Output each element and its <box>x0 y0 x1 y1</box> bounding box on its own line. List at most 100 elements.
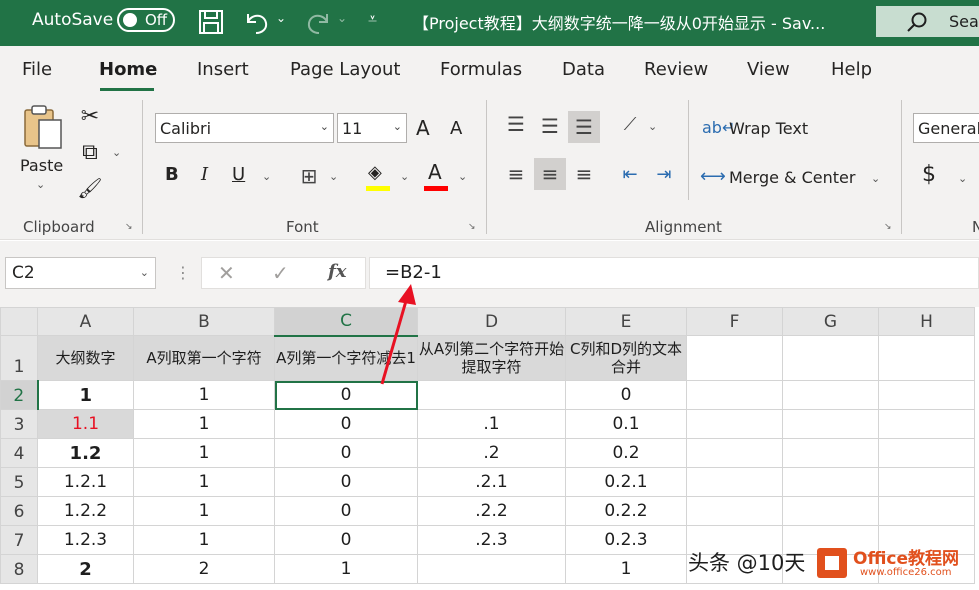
merge-dropdown-icon[interactable]: ⌄ <box>871 172 880 185</box>
tab-review[interactable]: Review <box>644 59 708 80</box>
row-header[interactable]: 8 <box>1 555 38 584</box>
font-name-select[interactable]: Calibri ⌄ <box>155 113 334 143</box>
cell[interactable]: 2 <box>38 555 134 584</box>
cell[interactable]: 大纲数字 <box>38 336 134 381</box>
merge-center-button[interactable]: Merge & Center <box>729 168 855 187</box>
cell[interactable] <box>687 439 783 468</box>
font-launcher-icon[interactable]: ↘ <box>468 222 478 232</box>
cell[interactable]: 0 <box>275 410 418 439</box>
cell[interactable]: .2.2 <box>418 497 566 526</box>
cell[interactable]: 0.2 <box>566 439 687 468</box>
currency-button[interactable]: $ <box>922 162 936 187</box>
tab-file[interactable]: File <box>22 59 52 80</box>
customize-toolbar-icon[interactable]: ⩡ <box>368 9 377 37</box>
cell[interactable] <box>418 555 566 584</box>
shrink-font-button[interactable]: A <box>450 118 462 139</box>
cell[interactable]: 0.2.3 <box>566 526 687 555</box>
cell[interactable] <box>687 497 783 526</box>
number-format-select[interactable]: General <box>913 113 979 143</box>
cell[interactable] <box>687 410 783 439</box>
cell[interactable]: 从A列第二个字符开始提取字符 <box>418 336 566 381</box>
row-header[interactable]: 5 <box>1 468 38 497</box>
redo-dropdown-icon[interactable]: ⌄ <box>337 11 347 39</box>
cell[interactable] <box>783 497 879 526</box>
format-painter-icon[interactable]: 🖌 <box>74 172 106 204</box>
autosave-toggle[interactable]: Off <box>117 8 175 32</box>
redo-icon[interactable] <box>303 8 333 36</box>
cell[interactable]: .2.3 <box>418 526 566 555</box>
cell[interactable]: 0.2.1 <box>566 468 687 497</box>
bold-button[interactable]: B <box>165 164 179 185</box>
wrap-text-button[interactable]: Wrap Text <box>729 119 808 138</box>
cell[interactable]: .1 <box>418 410 566 439</box>
align-top-icon[interactable]: ☰ <box>500 108 532 140</box>
increase-indent-icon[interactable]: ⇥ <box>648 158 680 190</box>
italic-button[interactable]: I <box>201 164 208 185</box>
font-color-button[interactable]: A <box>424 160 450 192</box>
cell[interactable] <box>879 410 975 439</box>
paste-button[interactable]: Paste ⌄ <box>14 102 72 182</box>
underline-dropdown-icon[interactable]: ⌄ <box>262 170 271 183</box>
column-header[interactable]: B <box>134 308 275 336</box>
save-icon[interactable] <box>198 8 224 36</box>
borders-dropdown-icon[interactable]: ⌄ <box>329 170 338 183</box>
column-header[interactable]: D <box>418 308 566 336</box>
fill-color-dropdown-icon[interactable]: ⌄ <box>400 170 409 183</box>
cell[interactable]: 0 <box>275 497 418 526</box>
orientation-dropdown-icon[interactable]: ⌄ <box>648 120 657 133</box>
cell[interactable]: 0 <box>275 526 418 555</box>
cell[interactable] <box>687 336 783 381</box>
select-all-corner[interactable] <box>1 308 38 336</box>
cell[interactable]: 1 <box>38 381 134 410</box>
row-header[interactable]: 1 <box>1 336 38 381</box>
cell[interactable]: 0.1 <box>566 410 687 439</box>
grow-font-button[interactable]: A <box>416 116 430 140</box>
cell[interactable] <box>418 381 566 410</box>
splitter-dots-icon[interactable]: ⋮ <box>175 263 191 282</box>
tab-data[interactable]: Data <box>562 59 605 80</box>
row-header[interactable]: 4 <box>1 439 38 468</box>
row-header[interactable]: 7 <box>1 526 38 555</box>
cell[interactable]: 2 <box>134 555 275 584</box>
cut-icon[interactable]: ✂ <box>74 100 106 132</box>
undo-dropdown-icon[interactable]: ⌄ <box>276 11 286 39</box>
paste-dropdown-icon[interactable]: ⌄ <box>36 178 45 191</box>
cell[interactable]: 1.2 <box>38 439 134 468</box>
cell[interactable]: 1 <box>134 381 275 410</box>
align-right-icon[interactable]: ≡ <box>568 158 600 190</box>
align-middle-icon[interactable]: ☰ <box>534 110 566 142</box>
cell[interactable] <box>879 336 975 381</box>
cell[interactable] <box>783 468 879 497</box>
enter-icon[interactable]: ✓ <box>272 261 289 285</box>
orientation-icon[interactable]: ⟋ <box>614 108 646 140</box>
tab-insert[interactable]: Insert <box>197 59 249 80</box>
name-box[interactable]: C2 ⌄ <box>5 257 156 289</box>
cell[interactable]: C列和D列的文本合并 <box>566 336 687 381</box>
fill-color-button[interactable]: ◈ <box>366 162 392 192</box>
align-center-icon[interactable]: ≡ <box>534 158 566 190</box>
cell[interactable]: A列取第一个字符 <box>134 336 275 381</box>
column-header[interactable]: H <box>879 308 975 336</box>
cell[interactable] <box>783 439 879 468</box>
clipboard-launcher-icon[interactable]: ↘ <box>125 222 135 232</box>
font-size-select[interactable]: 11 ⌄ <box>337 113 407 143</box>
borders-icon[interactable]: ⊞ <box>293 160 325 192</box>
align-left-icon[interactable]: ≡ <box>500 158 532 190</box>
cell[interactable]: 1 <box>134 439 275 468</box>
search-box[interactable]: Sear <box>876 6 979 37</box>
cell[interactable]: 0 <box>275 468 418 497</box>
cell[interactable]: 1 <box>134 526 275 555</box>
cell[interactable]: 0 <box>275 439 418 468</box>
cell[interactable] <box>879 381 975 410</box>
cell[interactable] <box>687 381 783 410</box>
cell[interactable]: .2.1 <box>418 468 566 497</box>
currency-dropdown-icon[interactable]: ⌄ <box>958 172 967 185</box>
cell[interactable]: 1 <box>134 410 275 439</box>
cell[interactable]: 1 <box>275 555 418 584</box>
cell[interactable] <box>687 468 783 497</box>
cell[interactable]: .2 <box>418 439 566 468</box>
row-header[interactable]: 3 <box>1 410 38 439</box>
copy-icon[interactable]: ⧉ <box>74 136 106 168</box>
tab-page-layout[interactable]: Page Layout <box>290 59 401 80</box>
font-color-dropdown-icon[interactable]: ⌄ <box>458 170 467 183</box>
